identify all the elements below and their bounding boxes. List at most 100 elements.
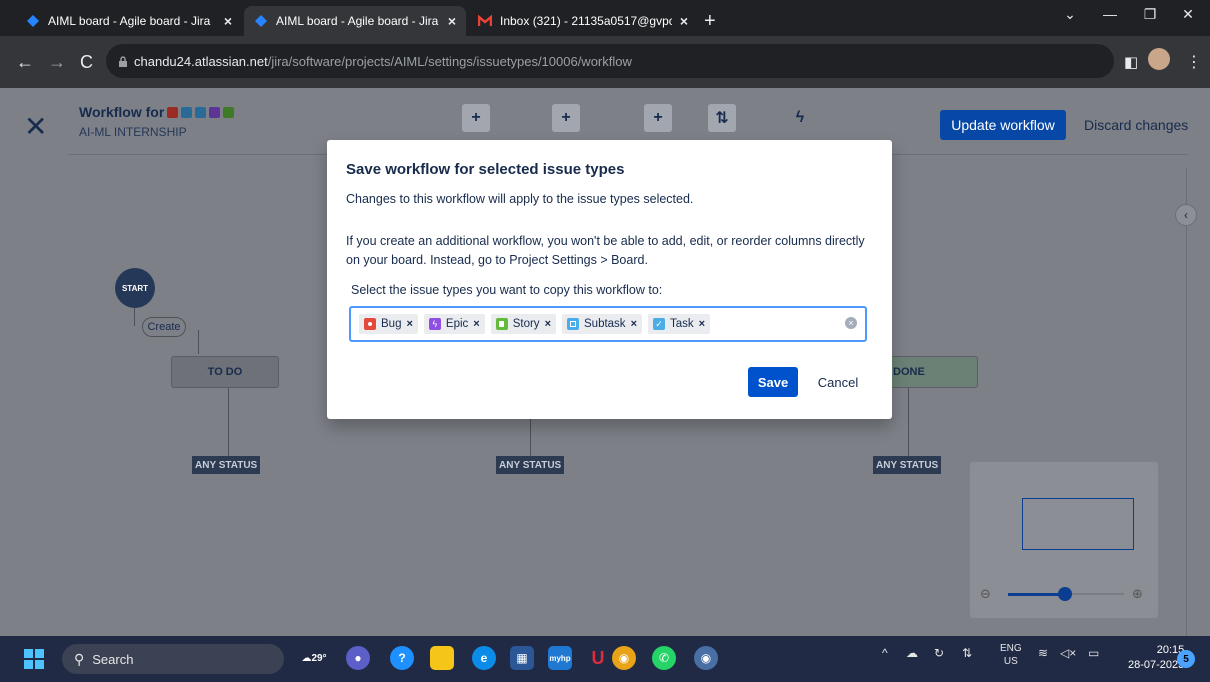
close-tab-icon[interactable]: ×: [224, 13, 232, 29]
issue-types-select[interactable]: Bug × ϟ Epic × Story × Subtask × ✓ Task …: [349, 306, 867, 342]
browser-tab-2[interactable]: AIML board - Agile board - Jira ×: [244, 6, 466, 36]
help-icon[interactable]: ?: [390, 646, 414, 670]
add-inprogress-status-icon[interactable]: +: [552, 104, 580, 132]
story-type-icon: [223, 106, 235, 118]
myhp-icon[interactable]: myhp: [548, 646, 572, 670]
browser-tab-3[interactable]: Inbox (321) - 21135a0517@gvpce ×: [468, 6, 698, 36]
close-editor-icon[interactable]: ✕: [24, 110, 47, 143]
weather-icon[interactable]: ☁ 29°: [301, 646, 326, 670]
notification-badge[interactable]: 5: [1177, 650, 1195, 668]
language-indicator[interactable]: ENG US: [1000, 642, 1022, 668]
add-done-status-icon[interactable]: +: [644, 104, 672, 132]
story-icon: [495, 318, 508, 330]
todo-connector: [228, 388, 229, 456]
issue-types-label: Select the issue types you want to copy …: [351, 283, 663, 297]
back-icon[interactable]: ←: [16, 52, 34, 73]
project-name: AI-ML INTERNSHIP: [79, 125, 187, 139]
windows-taskbar: ⚲ Search ☁ 29° ● ? e ▦ myhp U ◉ ✆ ◉ ^ ☁ ↻…: [0, 636, 1210, 682]
rule-icon[interactable]: ϟ: [786, 104, 814, 132]
menu-dots-icon[interactable]: ⋮: [1186, 52, 1202, 72]
save-workflow-dialog: Save workflow for selected issue types C…: [327, 140, 892, 419]
cancel-button[interactable]: Cancel: [808, 367, 868, 397]
update-workflow-button[interactable]: Update workflow: [940, 110, 1066, 140]
bug-icon: [364, 318, 376, 330]
chip-bug: Bug ×: [359, 314, 418, 334]
wifi-icon[interactable]: ≋: [1038, 646, 1048, 660]
remove-chip-icon[interactable]: ×: [631, 318, 637, 330]
chip-story: Story ×: [490, 314, 556, 334]
minimize-icon[interactable]: —: [1090, 6, 1130, 22]
add-todo-status-icon[interactable]: +: [462, 104, 490, 132]
tray-sync-icon[interactable]: ↻: [934, 646, 944, 660]
whatsapp-icon[interactable]: ✆: [652, 646, 676, 670]
chip-epic: ϟ Epic ×: [423, 314, 485, 334]
chip-subtask: Subtask ×: [562, 314, 642, 334]
restore-icon[interactable]: ❐: [1130, 6, 1170, 23]
dialog-warning: If you create an additional workflow, yo…: [346, 234, 865, 267]
subtask-icon: [567, 318, 579, 330]
profile-avatar[interactable]: [1148, 48, 1170, 70]
mcafee-icon[interactable]: U: [586, 646, 610, 670]
transition-icon[interactable]: ⇅: [708, 104, 736, 132]
sidepanel-icon[interactable]: ◧: [1124, 53, 1138, 71]
chrome-profile-icon[interactable]: ◉: [694, 646, 718, 670]
forward-icon[interactable]: →: [48, 52, 66, 73]
remove-chip-icon[interactable]: ×: [545, 318, 551, 330]
browser-tab-1[interactable]: AIML board - Agile board - Jira ×: [16, 6, 242, 36]
any-status-label[interactable]: ANY STATUS: [496, 456, 565, 474]
epic-icon: ϟ: [428, 318, 441, 330]
chevron-left-icon[interactable]: ‹: [1175, 204, 1197, 226]
tray-app-icon[interactable]: ☁: [906, 646, 918, 660]
zoom-in-icon[interactable]: ⊕: [1132, 586, 1143, 602]
clock[interactable]: 20:15 28-07-2023: [1128, 643, 1184, 673]
minimap-viewport[interactable]: [1022, 498, 1134, 550]
status-done[interactable]: DONE: [880, 356, 978, 388]
remove-chip-icon[interactable]: ×: [699, 318, 705, 330]
store-icon[interactable]: ▦: [510, 646, 534, 670]
save-button[interactable]: Save: [748, 367, 798, 397]
create-connector: [198, 330, 199, 354]
reload-icon[interactable]: C: [80, 52, 93, 73]
jira-icon: [26, 14, 40, 28]
new-tab-icon[interactable]: +: [704, 10, 716, 33]
url-text: chandu24.atlassian.net/jira/software/pro…: [134, 53, 632, 69]
clear-all-icon[interactable]: ×: [845, 317, 857, 329]
start-connector: [134, 308, 135, 326]
taskbar-search[interactable]: ⚲ Search: [62, 644, 284, 674]
remove-chip-icon[interactable]: ×: [473, 318, 479, 330]
done-connector: [908, 388, 909, 456]
close-window-icon[interactable]: ✕: [1168, 6, 1208, 23]
url-bar[interactable]: chandu24.atlassian.net/jira/software/pro…: [106, 44, 1114, 78]
jira-icon: [254, 14, 268, 28]
bug-type-icon: [167, 106, 179, 118]
task-type-icon: [195, 106, 207, 118]
chip-task: ✓ Task ×: [648, 314, 711, 334]
discard-changes-button[interactable]: Discard changes: [1084, 110, 1188, 140]
status-todo[interactable]: TO DO: [171, 356, 279, 388]
windows-start-icon[interactable]: [24, 649, 44, 669]
close-tab-icon[interactable]: ×: [680, 13, 688, 29]
volume-muted-icon[interactable]: ◁×: [1060, 646, 1076, 660]
close-tab-icon[interactable]: ×: [448, 13, 456, 29]
any-status-label[interactable]: ANY STATUS: [192, 456, 261, 474]
zoom-out-icon[interactable]: ⊖: [980, 586, 991, 602]
edge-icon[interactable]: e: [472, 646, 496, 670]
any-status-label[interactable]: ANY STATUS: [873, 456, 942, 474]
dialog-title: Save workflow for selected issue types: [346, 161, 625, 178]
battery-icon[interactable]: ▭: [1088, 646, 1099, 660]
zoom-slider-handle[interactable]: [1058, 587, 1072, 601]
workflow-title: Workflow for: [79, 104, 235, 120]
panel-divider: [1186, 168, 1187, 636]
tray-network-app-icon[interactable]: ⇅: [962, 646, 972, 660]
create-transition[interactable]: Create: [142, 317, 186, 337]
chat-icon[interactable]: ●: [346, 646, 370, 670]
browser-tab-bar: AIML board - Agile board - Jira × AIML b…: [0, 0, 1210, 36]
start-node: START: [115, 268, 155, 308]
gmail-icon: [478, 14, 492, 28]
chrome-icon[interactable]: ◉: [612, 646, 636, 670]
remove-chip-icon[interactable]: ×: [406, 318, 412, 330]
tab-search-icon[interactable]: ⌄: [1050, 6, 1090, 23]
dialog-description: Changes to this workflow will apply to t…: [346, 192, 694, 206]
tray-overflow-icon[interactable]: ^: [882, 646, 888, 660]
file-explorer-icon[interactable]: [430, 646, 454, 670]
